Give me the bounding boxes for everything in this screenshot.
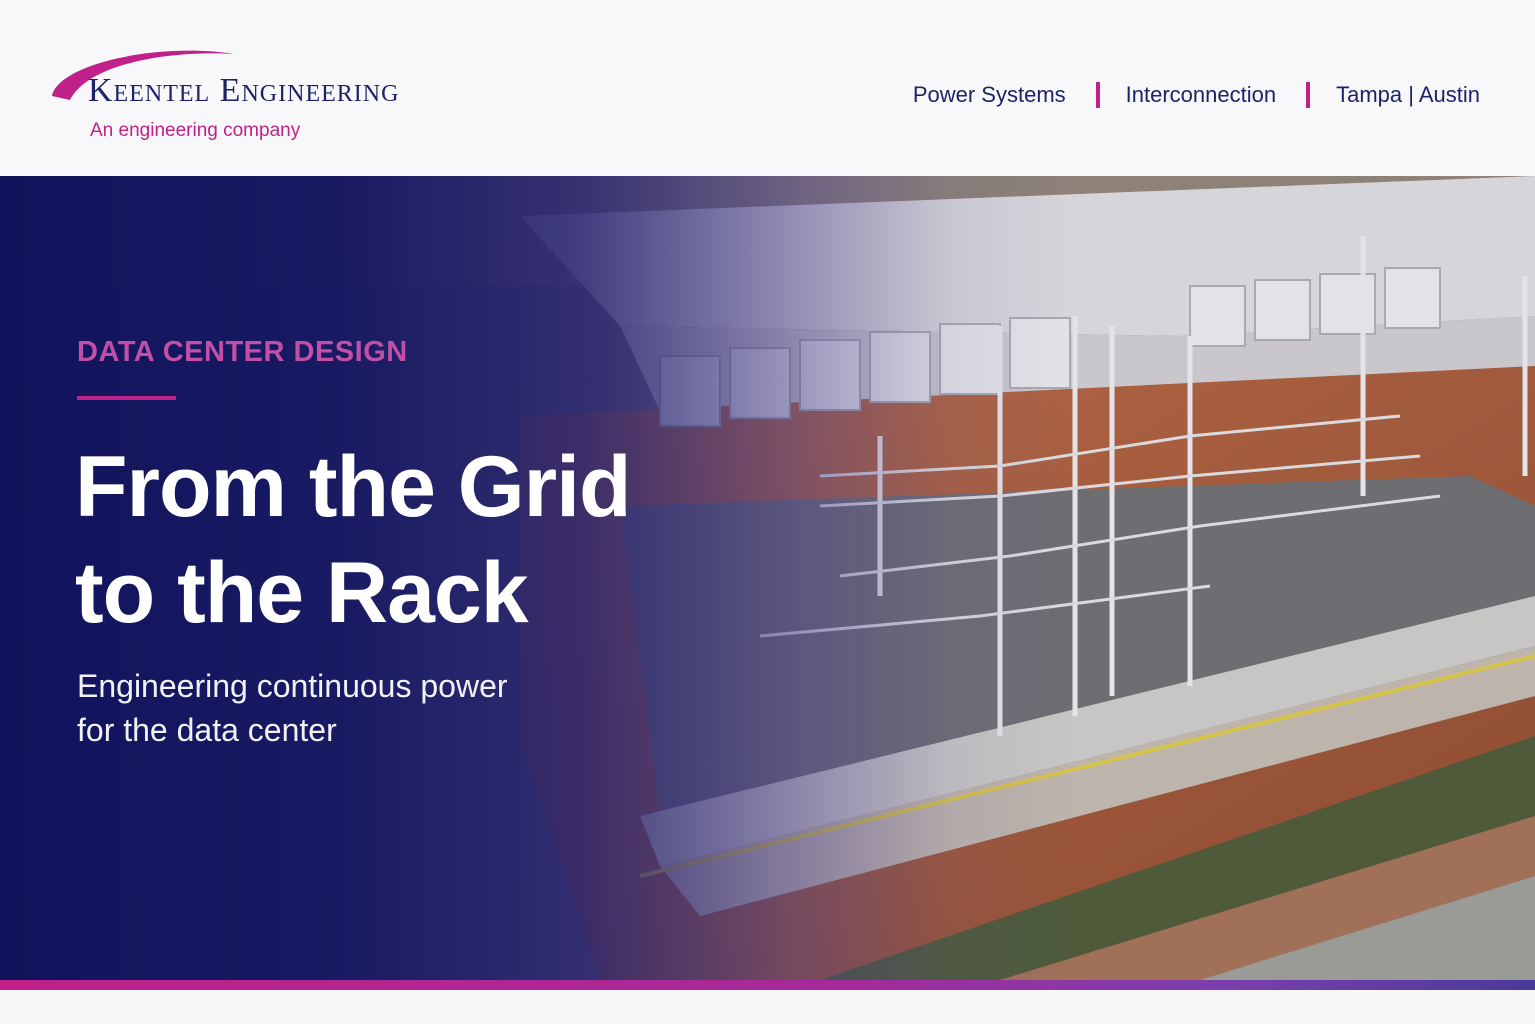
footer-strip [0, 990, 1535, 1024]
hero-subtitle-line1: Engineering continuous power [77, 668, 508, 704]
logo-wordmark: Keentel Engineering [88, 72, 400, 109]
logo-tagline: An engineering company [90, 120, 301, 141]
nav-power-systems[interactable]: Power Systems [913, 82, 1066, 108]
hero-subtitle: Engineering continuous power for the dat… [77, 664, 637, 752]
hero-banner: DATA CENTER DESIGN From the Grid to the … [0, 176, 1535, 980]
hero-subtitle-line2: for the data center [77, 712, 337, 748]
accent-bar [0, 980, 1535, 990]
hero-eyebrow: DATA CENTER DESIGN [77, 336, 408, 368]
nav-divider [1306, 82, 1311, 108]
nav-interconnection[interactable]: Interconnection [1126, 82, 1276, 108]
nav-locations[interactable]: Tampa | Austin [1336, 82, 1480, 108]
hero-title-line1: From the Grid [75, 439, 632, 535]
keentel-logo[interactable]: Keentel Engineering An engineering compa… [48, 44, 528, 154]
site-header: Keentel Engineering An engineering compa… [0, 0, 1535, 176]
nav-divider [1095, 82, 1100, 108]
hero-title-line2: to the Rack [75, 545, 529, 641]
hero-title: From the Grid to the Rack [75, 434, 775, 646]
main-nav: Power Systems Interconnection Tampa | Au… [913, 82, 1480, 108]
eyebrow-underline [77, 396, 176, 400]
